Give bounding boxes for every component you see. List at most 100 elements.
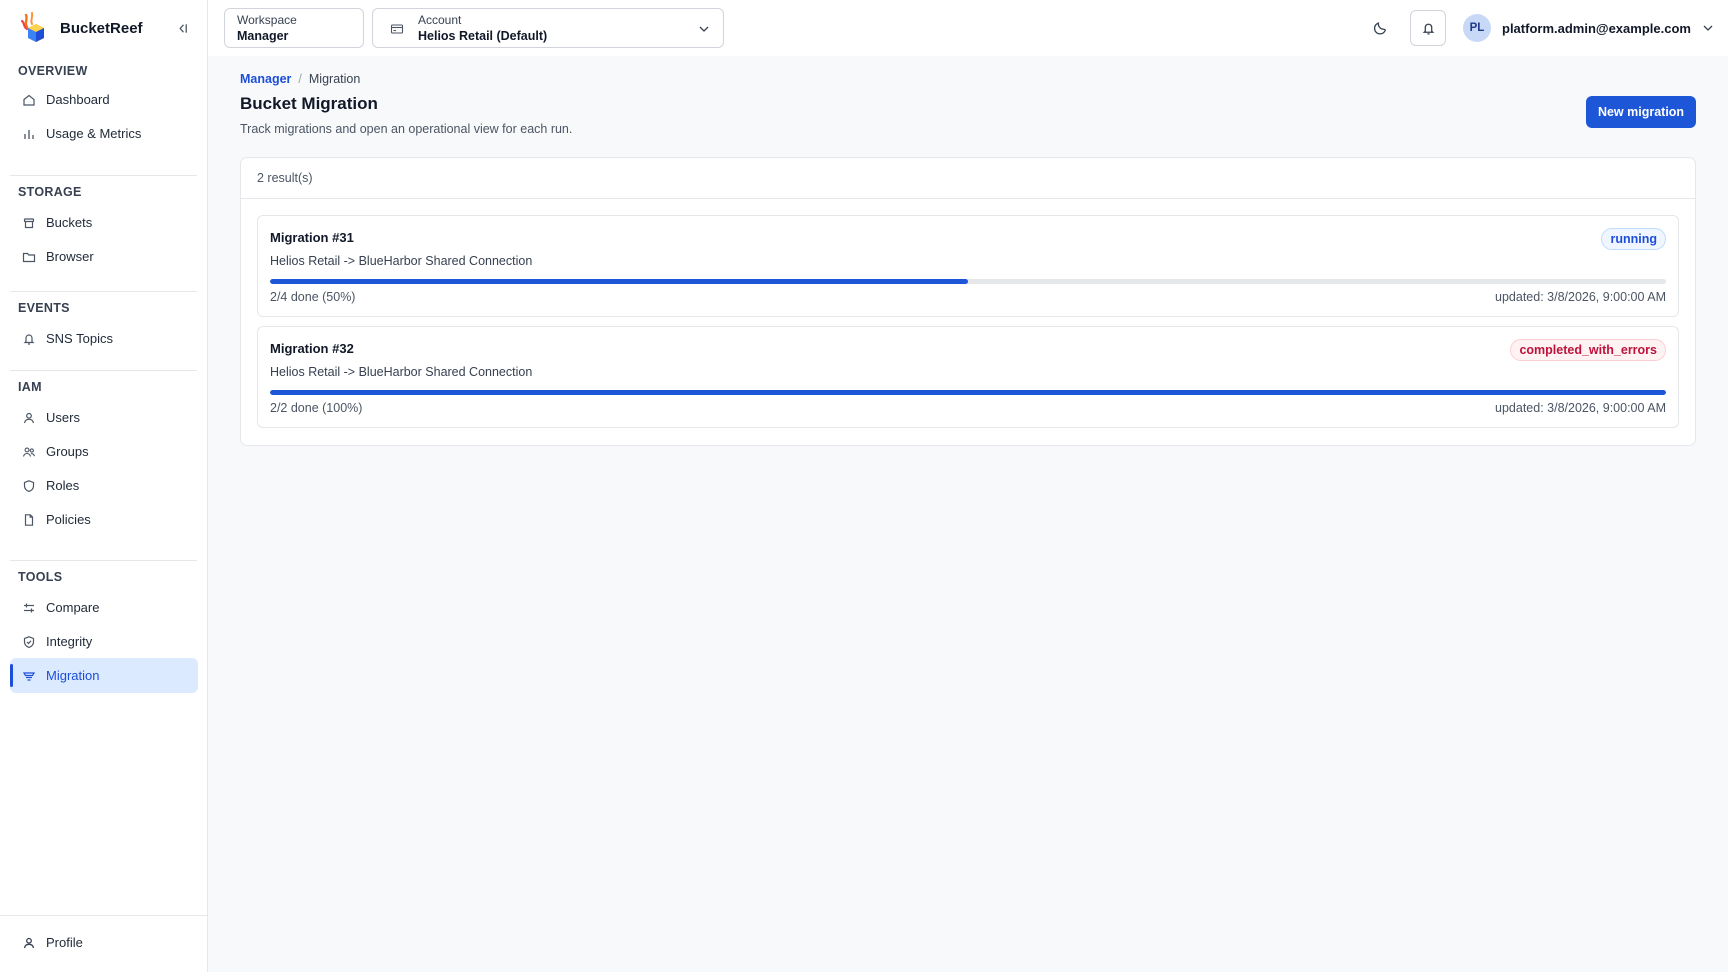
nav-divider	[10, 175, 197, 176]
migration-title: Migration #32	[270, 341, 354, 356]
nav-divider	[10, 560, 197, 561]
file-icon	[22, 513, 36, 527]
bell-icon	[22, 332, 36, 346]
chevron-down-icon	[1701, 21, 1715, 35]
breadcrumb: Manager / Migration	[240, 72, 360, 86]
nav-divider	[10, 291, 197, 292]
nav-heading: TOOLS	[18, 570, 63, 584]
sidebar-item-label: Migration	[46, 668, 100, 683]
bar-chart-icon	[22, 127, 36, 141]
folder-icon	[22, 250, 36, 264]
topbar: Workspace Manager Account Helios Retail …	[208, 0, 1728, 56]
sidebar-item-profile[interactable]: Profile	[22, 935, 83, 950]
shield-check-icon	[22, 635, 36, 649]
profile-label: Profile	[46, 935, 83, 950]
migration-title: Migration #31	[270, 230, 354, 245]
status-badge: running	[1601, 228, 1666, 250]
user-icon	[22, 411, 36, 425]
sidebar-item-dashboard[interactable]: Dashboard	[10, 82, 198, 117]
account-label: Account	[418, 13, 462, 27]
workspace-value: Manager	[237, 29, 289, 43]
migration-icon	[22, 669, 36, 683]
user-icon	[22, 936, 36, 950]
nav-heading: EVENTS	[18, 301, 70, 315]
sidebar-item-buckets[interactable]: Buckets	[10, 205, 198, 240]
moon-icon[interactable]	[1370, 18, 1390, 38]
migration-route: Helios Retail -> BlueHarbor Shared Conne…	[270, 254, 533, 268]
breadcrumb-link-manager[interactable]: Manager	[240, 72, 291, 86]
migration-card[interactable]: Migration #32 Helios Retail -> BlueHarbo…	[257, 326, 1679, 428]
page-subtitle: Track migrations and open an operational…	[240, 122, 573, 136]
nav-section-events: EVENTS SNS Topics	[10, 298, 198, 356]
chevron-down-icon	[697, 22, 711, 36]
notifications-button[interactable]	[1410, 10, 1446, 46]
progress-fill	[270, 390, 1666, 395]
bucket-icon	[22, 216, 36, 230]
bucketreef-logo-icon	[20, 12, 44, 42]
home-icon	[22, 93, 36, 107]
nav-section-storage: STORAGE Buckets Browser	[10, 182, 198, 274]
sidebar-item-roles[interactable]: Roles	[10, 468, 198, 503]
sidebar-item-label: Users	[46, 410, 80, 425]
brand: BucketReef	[18, 10, 190, 46]
sidebar-item-migration[interactable]: Migration	[10, 658, 198, 693]
sidebar-item-users[interactable]: Users	[10, 400, 198, 435]
new-migration-button[interactable]: New migration	[1586, 96, 1696, 128]
sidebar: BucketReef OVERVIEW Dashboard Usage & Me…	[0, 0, 208, 972]
results-panel: 2 result(s) Migration #31 Helios Retail …	[240, 157, 1696, 446]
breadcrumb-separator: /	[298, 72, 302, 86]
breadcrumb-current: Migration	[308, 72, 361, 86]
status-badge: completed_with_errors	[1510, 339, 1666, 361]
sidebar-item-label: Policies	[46, 512, 91, 527]
sidebar-item-label: Integrity	[46, 634, 93, 649]
sidebar-item-sns-topics[interactable]: SNS Topics	[10, 321, 198, 356]
compare-icon	[22, 601, 36, 615]
migration-done-count: 2/2 done (100%)	[270, 401, 363, 415]
progress-fill	[270, 279, 968, 284]
nav-divider	[10, 370, 197, 371]
credit-card-icon	[390, 22, 404, 36]
migration-updated: updated: 3/8/2026, 9:00:00 AM	[1495, 290, 1666, 304]
collapse-sidebar-icon[interactable]	[174, 20, 190, 36]
workspace-selector[interactable]: Workspace Manager	[224, 8, 364, 48]
user-menu[interactable]: PL platform.admin@example.com	[1463, 13, 1715, 43]
migration-updated: updated: 3/8/2026, 9:00:00 AM	[1495, 401, 1666, 415]
nav-heading: STORAGE	[18, 185, 82, 199]
sidebar-item-label: Usage & Metrics	[46, 126, 142, 141]
account-selector[interactable]: Account Helios Retail (Default)	[372, 8, 724, 48]
workspace-label: Workspace	[237, 13, 297, 27]
sidebar-item-browser[interactable]: Browser	[10, 239, 198, 274]
progress-bar	[270, 279, 1666, 284]
user-email: platform.admin@example.com	[1502, 20, 1691, 36]
sidebar-item-integrity[interactable]: Integrity	[10, 624, 198, 659]
nav-section-iam: IAM Users Groups Roles Policies	[10, 377, 198, 537]
nav-heading: OVERVIEW	[18, 64, 88, 78]
page-title: Bucket Migration	[240, 94, 378, 113]
sidebar-item-usage-metrics[interactable]: Usage & Metrics	[10, 116, 198, 151]
sidebar-item-label: Dashboard	[46, 92, 110, 107]
progress-bar	[270, 390, 1666, 395]
sidebar-item-label: Groups	[46, 444, 89, 459]
account-value: Helios Retail (Default)	[418, 29, 548, 43]
sidebar-item-groups[interactable]: Groups	[10, 434, 198, 469]
migration-card[interactable]: Migration #31 Helios Retail -> BlueHarbo…	[257, 215, 1679, 317]
sidebar-item-policies[interactable]: Policies	[10, 502, 198, 537]
nav-section-tools: TOOLS Compare Integrity Migration	[10, 567, 198, 693]
bell-icon	[1421, 21, 1436, 36]
sidebar-footer: Profile	[0, 915, 208, 972]
sidebar-item-compare[interactable]: Compare	[10, 590, 198, 625]
sidebar-item-label: Roles	[46, 478, 80, 493]
shield-icon	[22, 479, 36, 493]
sidebar-item-label: Buckets	[46, 215, 93, 230]
avatar: PL	[1463, 14, 1491, 42]
sidebar-item-label: Browser	[46, 249, 94, 264]
migration-route: Helios Retail -> BlueHarbor Shared Conne…	[270, 365, 533, 379]
results-count: 2 result(s)	[241, 158, 1695, 199]
app-name: BucketReef	[60, 19, 143, 37]
sidebar-item-label: SNS Topics	[46, 331, 113, 346]
migration-done-count: 2/4 done (50%)	[270, 290, 356, 304]
sidebar-item-label: Compare	[46, 600, 100, 615]
nav-heading: IAM	[18, 380, 42, 394]
nav-section-overview: OVERVIEW Dashboard Usage & Metrics	[10, 61, 198, 151]
users-icon	[22, 445, 36, 459]
